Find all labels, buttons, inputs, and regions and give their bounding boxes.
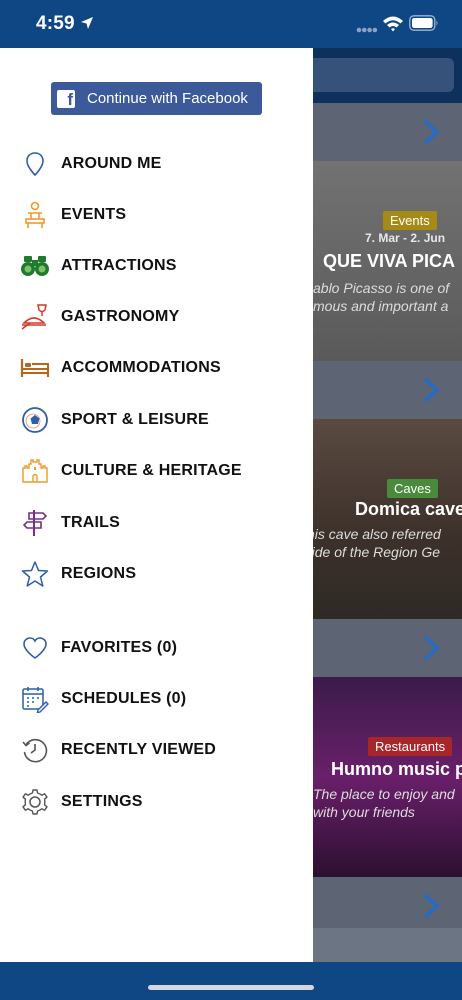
section-header-row[interactable] <box>313 877 462 935</box>
cave-card[interactable]: Caves Domica cave his cave also referred… <box>313 419 462 619</box>
menu-item-attractions[interactable]: ATTRACTIONS <box>0 243 313 289</box>
card-tag: Restaurants <box>368 737 453 756</box>
menu-item-label: TRAILS <box>61 514 120 531</box>
menu-item-trails[interactable]: TRAILS <box>0 500 313 546</box>
menu-item-culture-heritage[interactable]: CULTURE & HERITAGE <box>0 448 313 494</box>
location-pin-icon <box>20 149 50 179</box>
battery-icon <box>409 15 438 31</box>
menu-item-recently-viewed[interactable]: RECENTLY VIEWED <box>0 727 313 773</box>
binoculars-icon <box>20 251 50 281</box>
menu-item-label: CULTURE & HERITAGE <box>61 462 242 479</box>
card-date: 7. Mar - 2. Jun <box>365 231 446 245</box>
card-subtitle: his cave also referred ride of the Regio… <box>313 526 441 560</box>
menu-item-label: SETTINGS <box>61 793 143 810</box>
star-icon <box>20 559 50 589</box>
location-arrow-icon <box>81 17 93 29</box>
bottom-bar <box>0 962 462 1000</box>
section-header-row[interactable] <box>313 103 462 161</box>
castle-icon <box>20 456 50 486</box>
chevron-right-icon <box>423 377 440 403</box>
facebook-button-label: Continue with Facebook <box>87 90 248 107</box>
menu-item-gastronomy[interactable]: GASTRONOMY <box>0 294 313 340</box>
facebook-icon: f <box>57 89 75 108</box>
menu-item-around-me[interactable]: AROUND ME <box>0 141 313 187</box>
calendar-icon <box>20 684 50 714</box>
bed-icon <box>20 353 50 383</box>
menu-item-label: ATTRACTIONS <box>61 257 177 274</box>
card-subtitle: ablo Picasso is one of mous and importan… <box>313 280 450 314</box>
menu-item-label: SCHEDULES (0) <box>61 690 187 707</box>
wifi-icon <box>383 16 403 32</box>
menu-item-schedules[interactable]: SCHEDULES (0) <box>0 676 313 722</box>
card-title: Humno music p <box>331 759 462 779</box>
facebook-login-button[interactable]: f Continue with Facebook <box>51 82 262 115</box>
event-card[interactable]: Events 7. Mar - 2. Jun QUE VIVA PICA abl… <box>313 161 462 361</box>
menu-item-label: GASTRONOMY <box>61 308 180 325</box>
card-tag: Caves <box>387 479 438 498</box>
menu-item-label: AROUND ME <box>61 155 162 172</box>
events-icon <box>20 200 50 230</box>
side-drawer: f Continue with Facebook AROUND ME EVENT… <box>0 48 313 962</box>
chevron-right-icon <box>423 119 440 145</box>
background-search-bar <box>313 58 454 92</box>
heart-icon <box>20 633 50 663</box>
gear-icon <box>20 787 50 817</box>
card-tag: Events <box>383 211 437 230</box>
section-header-row[interactable] <box>313 619 462 677</box>
menu-item-favorites[interactable]: FAVORITES (0) <box>0 625 313 671</box>
status-time: 4:59 <box>36 13 75 34</box>
history-icon <box>20 735 50 765</box>
menu-item-events[interactable]: EVENTS <box>0 192 313 238</box>
soccer-ball-icon <box>20 405 50 435</box>
signal-dots-icon <box>356 27 378 33</box>
background-content: Events 7. Mar - 2. Jun QUE VIVA PICA abl… <box>313 48 462 962</box>
signpost-icon <box>20 508 50 538</box>
gastronomy-icon <box>20 302 50 332</box>
menu-item-label: REGIONS <box>61 565 137 582</box>
chevron-right-icon <box>423 893 440 919</box>
card-title: QUE VIVA PICA <box>323 251 456 271</box>
background-card-partial <box>313 928 462 962</box>
menu-item-label: SPORT & LEISURE <box>61 411 209 428</box>
chevron-right-icon <box>423 635 440 661</box>
menu-item-label: ACCOMMODATIONS <box>61 359 221 376</box>
card-title: Domica cave <box>355 499 462 519</box>
menu-item-accommodations[interactable]: ACCOMMODATIONS <box>0 345 313 391</box>
menu-item-sport-leisure[interactable]: SPORT & LEISURE <box>0 397 313 443</box>
menu-item-settings[interactable]: SETTINGS <box>0 779 313 825</box>
card-subtitle: The place to enjoy and with your friends <box>313 786 455 820</box>
section-header-row[interactable] <box>313 361 462 419</box>
menu-item-label: FAVORITES (0) <box>61 639 178 656</box>
menu-item-label: RECENTLY VIEWED <box>61 741 217 758</box>
menu-item-label: EVENTS <box>61 206 127 223</box>
menu-item-regions[interactable]: REGIONS <box>0 551 313 597</box>
home-indicator[interactable] <box>148 985 314 990</box>
restaurant-card[interactable]: Restaurants Humno music p The place to e… <box>313 677 462 877</box>
status-bar: 4:59 <box>0 0 462 48</box>
